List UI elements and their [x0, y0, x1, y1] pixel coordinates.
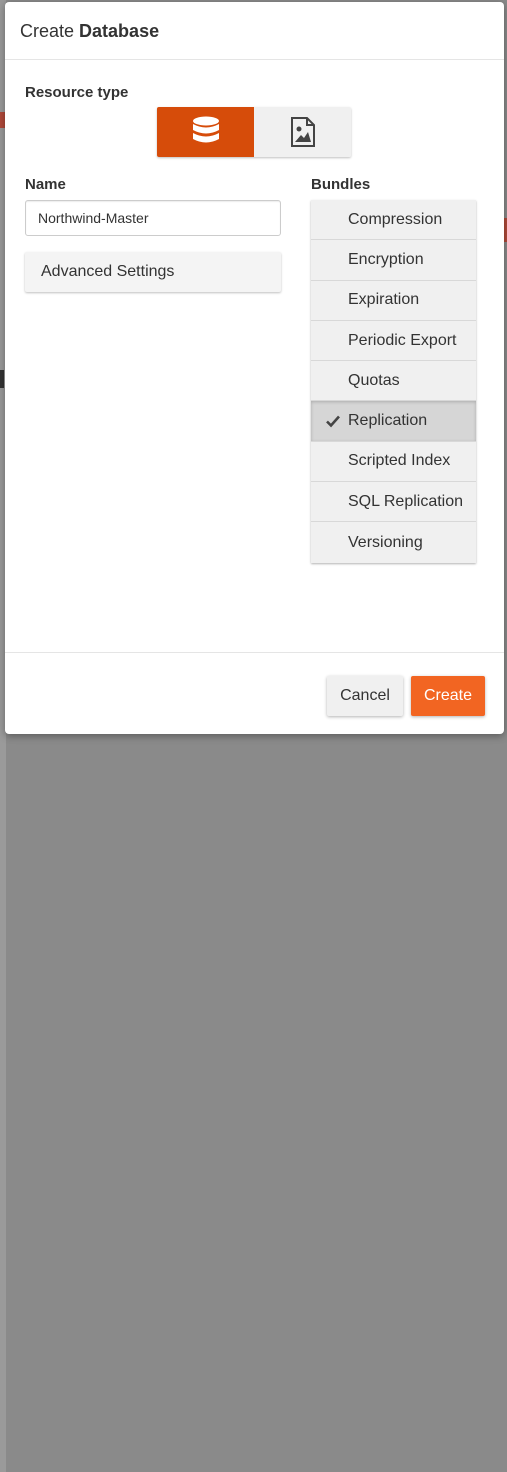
backdrop-right-edge — [0, 736, 6, 1472]
bundle-item-compression[interactable]: Compression — [311, 200, 476, 241]
image-file-icon — [290, 117, 315, 147]
bundle-item-sql-replication[interactable]: SQL Replication — [311, 482, 476, 523]
bundle-item-versioning[interactable]: Versioning — [311, 522, 476, 563]
bundle-item-label: SQL Replication — [348, 492, 464, 510]
dialog-title-prefix: Create — [20, 21, 75, 41]
cancel-button[interactable]: Cancel — [327, 676, 403, 716]
bundle-item-expiration[interactable]: Expiration — [311, 280, 476, 321]
database-icon — [192, 116, 219, 143]
resource-type-label: Resource type — [25, 84, 129, 101]
resource-type-filesystem-button[interactable] — [254, 107, 351, 157]
bundles-label: Bundles — [311, 176, 371, 193]
bundle-item-label: Versioning — [348, 533, 423, 551]
bundle-item-label: Expiration — [348, 291, 420, 309]
resource-type-toggle — [157, 107, 351, 157]
checkmark-icon — [326, 416, 340, 428]
resource-type-database-button[interactable] — [157, 107, 254, 157]
bundle-item-periodic-export[interactable]: Periodic Export — [311, 320, 476, 362]
create-database-dialog: Create Database Resource type Name Advan… — [5, 2, 504, 734]
bundle-item-label: Replication — [348, 412, 428, 430]
bundles-list: Compression Encryption Expiration Period… — [311, 200, 476, 563]
name-label: Name — [25, 176, 66, 193]
dialog-title-bold: Database — [79, 21, 160, 41]
database-name-input[interactable] — [25, 200, 281, 236]
create-button[interactable]: Create — [411, 676, 485, 716]
bundle-item-encryption[interactable]: Encryption — [311, 240, 476, 281]
bundle-item-label: Encryption — [348, 250, 424, 268]
backdrop-fragment — [0, 370, 4, 388]
bundle-item-label: Compression — [348, 210, 443, 228]
dialog-title: Create Database — [5, 2, 504, 60]
bundle-item-label: Quotas — [348, 371, 400, 389]
bundle-item-replication[interactable]: Replication — [311, 401, 476, 442]
bundle-item-label: Scripted Index — [348, 452, 451, 470]
advanced-settings-button[interactable]: Advanced Settings — [25, 252, 281, 292]
bundle-item-scripted-index[interactable]: Scripted Index — [311, 441, 476, 483]
bundle-item-label: Periodic Export — [348, 331, 457, 349]
dialog-footer: Cancel Create — [5, 652, 504, 734]
bundle-item-quotas[interactable]: Quotas — [311, 361, 476, 402]
